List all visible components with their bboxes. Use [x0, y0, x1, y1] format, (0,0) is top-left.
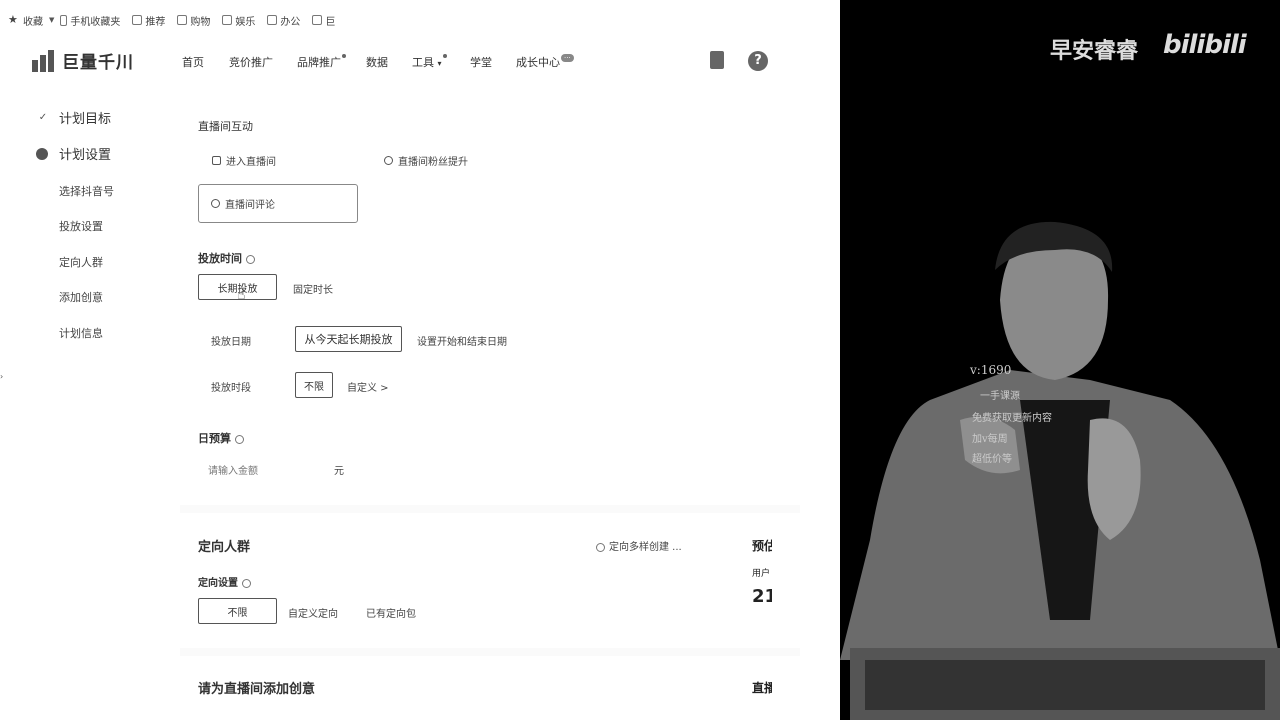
bookmark-recommend[interactable]: 推荐 — [132, 13, 165, 28]
sidebar-item-plan-goal[interactable]: ✓ 计划目标 — [36, 108, 111, 127]
multi-create-link[interactable]: 定向多样创建 ... — [596, 538, 682, 553]
sidebar-item-plan-settings[interactable]: 计划设置 — [36, 144, 111, 163]
nav-brand[interactable]: 品牌推广 — [297, 54, 346, 70]
browser-window: ★ 收藏 ▼ 手机收藏夹 推荐 购物 娱乐 办公 巨 巨量千川 首页 竞价推广 … — [0, 0, 840, 720]
help-icon[interactable]: ? — [748, 51, 768, 71]
info-icon[interactable] — [242, 578, 251, 588]
chevron-down-icon: ▾ — [437, 59, 442, 68]
phone-icon — [60, 14, 68, 26]
chevron-down-icon[interactable]: ▼ — [49, 16, 54, 24]
period-custom-link[interactable]: 自定义 > — [347, 379, 389, 394]
current-step-icon — [36, 147, 48, 160]
nav-growth[interactable]: 成长中心 ··· — [516, 54, 574, 70]
logo-text: 巨量千川 — [62, 53, 134, 73]
new-dot-icon — [442, 54, 447, 58]
overlay-line-1: v:1690 — [970, 363, 1012, 377]
nav-academy[interactable]: 学堂 — [470, 54, 492, 70]
sidebar-sub-targeting[interactable]: 定向人群 — [59, 254, 103, 270]
live-comment-option[interactable]: 直播间评论 — [198, 184, 358, 223]
overlay-line-5: 超低价等 — [972, 454, 1012, 465]
nav-bidding[interactable]: 竞价推广 — [229, 54, 273, 70]
overlay-line-3: 免费获取更新内容 — [972, 413, 1052, 424]
info-icon — [596, 542, 605, 552]
bookmarks-bar: ★ 收藏 ▼ 手机收藏夹 推荐 购物 娱乐 办公 巨 — [0, 0, 840, 40]
bookmark-mobile[interactable]: 手机收藏夹 — [60, 13, 120, 28]
budget-input[interactable]: 请输入金额 — [208, 462, 258, 477]
sidebar-sub-delivery-settings[interactable]: 投放设置 — [59, 218, 103, 234]
overlay-line-4: 加v每周 — [972, 434, 1008, 445]
bookmark-shopping[interactable]: 购物 — [177, 13, 210, 28]
nav-data[interactable]: 数据 — [366, 54, 388, 70]
estimate-sub: 用户 — [752, 569, 771, 579]
bookmark-juliang[interactable]: 巨 — [312, 13, 335, 28]
overlay-line-2: 一手课源 — [980, 391, 1020, 402]
check-icon: ✓ — [38, 112, 48, 123]
logo[interactable]: 巨量千川 — [32, 48, 134, 73]
page-icon — [267, 15, 278, 25]
growth-badge: ··· — [561, 54, 574, 62]
page-icon — [177, 15, 188, 25]
info-icon[interactable] — [246, 254, 255, 264]
sidebar-sub-creative[interactable]: 添加创意 — [59, 289, 103, 305]
nav-home[interactable]: 首页 — [182, 54, 204, 70]
live-interaction-label: 直播间互动 — [198, 120, 253, 133]
targeting-unlimited-button[interactable]: 不限 — [198, 598, 277, 624]
targeting-setting-label: 定向设置 — [198, 574, 251, 589]
section-divider — [180, 505, 800, 513]
page-icon — [132, 15, 143, 25]
schedule-label: 投放时间 — [198, 250, 255, 266]
targeting-title: 定向人群 — [198, 540, 251, 555]
page-icon — [222, 15, 233, 25]
date-range-link[interactable]: 设置开始和结束日期 — [417, 333, 507, 348]
date-value-button[interactable]: 从今天起长期投放 — [295, 326, 402, 352]
targeting-package-button[interactable]: 已有定向包 — [366, 605, 416, 620]
fans-boost-option[interactable]: 直播间粉丝提升 — [384, 153, 468, 168]
bilibili-logo: bilibili — [1163, 30, 1247, 60]
star-icon: ★ — [8, 13, 18, 26]
live-room-icon — [212, 156, 221, 165]
bookmark-office[interactable]: 办公 — [267, 13, 300, 28]
creative-right-title: 直播 — [752, 681, 772, 695]
estimate-title: 预估 — [752, 539, 772, 553]
webcam-video: 早安睿睿 bilibili v:1690 一手课源 免费获取更新内容 加v每周 … — [840, 0, 1280, 720]
budget-unit: 元 — [334, 466, 344, 477]
bookmark-entertainment[interactable]: 娱乐 — [222, 13, 255, 28]
enter-live-option[interactable]: 进入直播间 — [212, 153, 276, 168]
collapse-arrow-icon[interactable]: › — [0, 372, 3, 381]
date-label: 投放日期 — [211, 337, 251, 348]
nav-tools[interactable]: 工具 ▾ — [412, 54, 447, 70]
watermark-text: 早安睿睿 — [1050, 39, 1139, 64]
page-icon — [312, 15, 323, 25]
estimate-value: 21 — [752, 586, 772, 607]
top-navigation: 巨量千川 首页 竞价推广 品牌推广 数据 工具 ▾ 学堂 成长中心 ··· ? — [0, 40, 840, 82]
info-icon[interactable] — [235, 434, 244, 444]
bookmark-favorites[interactable]: ★ 收藏 — [8, 13, 43, 28]
period-unlimited-button[interactable]: 不限 — [295, 372, 333, 398]
presenter-figure — [840, 221, 1280, 720]
budget-label: 日预算 — [198, 430, 244, 446]
user-icon — [384, 156, 393, 165]
section-divider — [180, 648, 800, 656]
period-label: 投放时段 — [211, 383, 251, 394]
creative-title: 请为直播间添加创意 — [198, 682, 316, 697]
comment-icon — [211, 199, 220, 208]
sidebar-sub-douyin-account[interactable]: 选择抖音号 — [59, 183, 114, 199]
logo-mark-icon — [32, 49, 56, 72]
fixed-duration-button[interactable]: 固定时长 — [293, 281, 333, 296]
hand-cursor-icon: ☝ — [237, 287, 246, 303]
new-dot-icon — [342, 54, 346, 58]
targeting-custom-button[interactable]: 自定义定向 — [288, 605, 338, 620]
document-icon[interactable] — [707, 51, 727, 71]
sidebar-sub-plan-info[interactable]: 计划信息 — [59, 325, 103, 341]
